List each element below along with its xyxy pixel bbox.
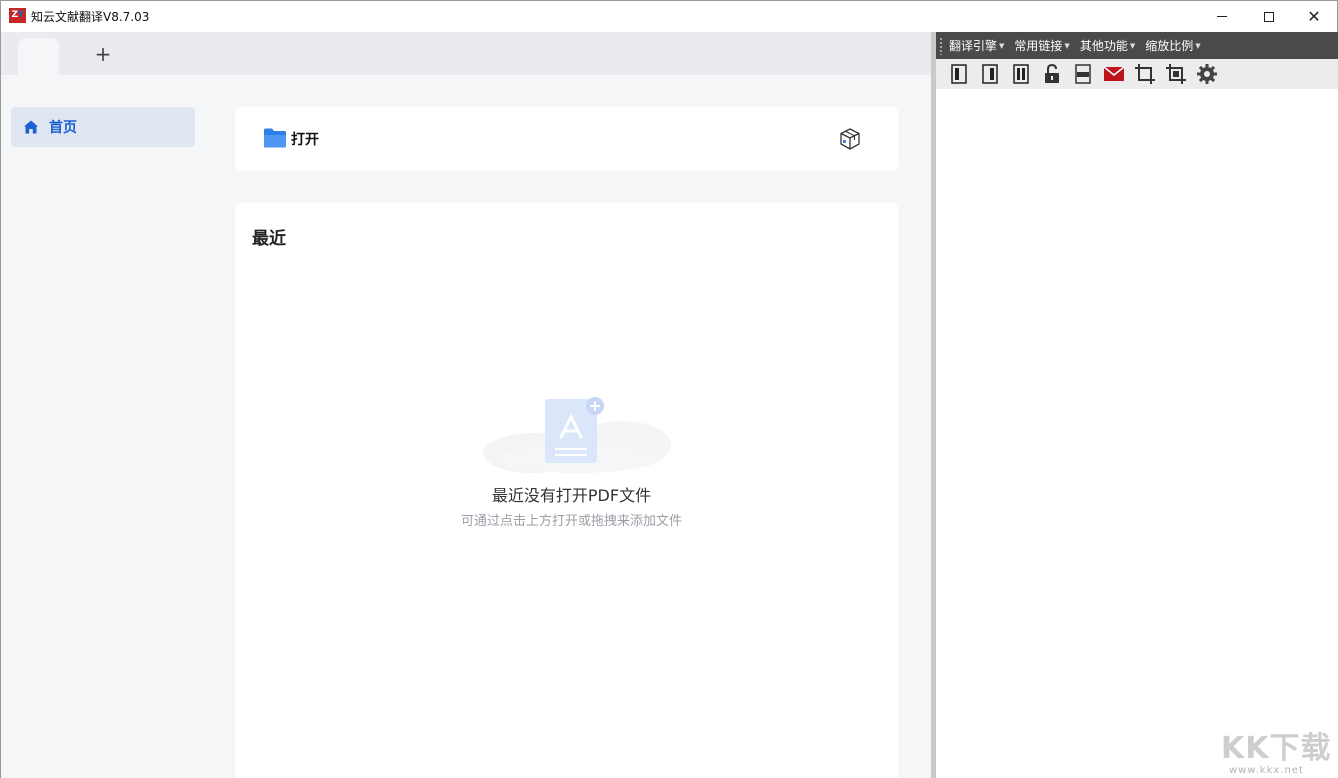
menu-common-links[interactable]: 常用链接 ▼ bbox=[1014, 37, 1069, 54]
minimize-icon bbox=[1217, 16, 1227, 17]
sidebar-item-home[interactable]: 首页 bbox=[11, 107, 195, 147]
menu-translation-engine[interactable]: 翻译引擎 ▼ bbox=[949, 37, 1004, 54]
crop-button[interactable] bbox=[1133, 62, 1157, 86]
sidebar: 首页 bbox=[1, 75, 203, 778]
menu-other-functions[interactable]: 其他功能 ▼ bbox=[1080, 37, 1135, 54]
main-content: 打开 最近 最近没有打开PDF文件 可通过点击上方打开或拖拽来添加文件 bbox=[203, 75, 931, 778]
add-tab-button[interactable]: + bbox=[93, 44, 113, 64]
close-button[interactable]: ✕ bbox=[1291, 1, 1337, 32]
recent-panel: 最近 最近没有打开PDF文件 可通过点击上方打开或拖拽来添加文件 bbox=[235, 203, 898, 778]
window-layout-icon bbox=[1075, 64, 1091, 84]
maximize-button[interactable] bbox=[1246, 1, 1292, 32]
layout-single-button[interactable] bbox=[947, 62, 971, 86]
layout-double-button[interactable] bbox=[978, 62, 1002, 86]
crop-alt-button[interactable] bbox=[1164, 62, 1188, 86]
empty-state-hint: 可通过点击上方打开或拖拽来添加文件 bbox=[460, 514, 682, 529]
menu-bar: 翻译引擎 ▼ 常用链接 ▼ 其他功能 ▼ 缩放比例 ▼ bbox=[936, 32, 1338, 59]
window-title: 知云文献翻译V8.7.03 bbox=[31, 10, 150, 24]
watermark-url: www.kkx.net bbox=[1229, 765, 1304, 776]
mail-button[interactable] bbox=[1102, 62, 1126, 86]
unlock-button[interactable] bbox=[1040, 62, 1064, 86]
caret-down-icon: ▼ bbox=[1195, 41, 1201, 50]
page-layout-2-icon bbox=[982, 64, 998, 84]
watermark-logo: KK下载 bbox=[1221, 731, 1332, 766]
folder-icon[interactable] bbox=[263, 127, 287, 149]
empty-pdf-icon bbox=[483, 397, 671, 473]
empty-state-title: 最近没有打开PDF文件 bbox=[491, 486, 652, 505]
tab-bar: + bbox=[1, 32, 931, 75]
crop-icon bbox=[1135, 64, 1155, 84]
page-layout-3-icon bbox=[1013, 64, 1029, 84]
gear-icon bbox=[1197, 64, 1217, 84]
sidebar-item-label: 首页 bbox=[49, 120, 77, 136]
caret-down-icon: ▼ bbox=[1129, 41, 1136, 50]
caret-down-icon: ▼ bbox=[1064, 41, 1070, 50]
open-button[interactable]: 打开 bbox=[291, 129, 319, 149]
app-logo-icon: ZY bbox=[9, 8, 26, 23]
mail-icon bbox=[1103, 66, 1125, 81]
page-layout-1-icon bbox=[951, 64, 967, 84]
toolbar-grip-icon[interactable] bbox=[939, 36, 943, 55]
app-window: ZY 知云文献翻译V8.7.03 ✕ + 首页 打开 最近 最近没有打开PDF文… bbox=[0, 0, 1338, 778]
maximize-icon bbox=[1264, 11, 1274, 22]
tool-bar bbox=[936, 59, 1338, 89]
crop-alt-icon bbox=[1166, 64, 1186, 84]
menu-zoom-ratio[interactable]: 缩放比例 ▼ bbox=[1145, 37, 1200, 54]
settings-button[interactable] bbox=[1195, 62, 1219, 86]
tab-home[interactable] bbox=[18, 38, 59, 75]
window-layout-button[interactable] bbox=[1071, 62, 1095, 86]
recent-title: 最近 bbox=[252, 229, 286, 249]
open-card: 打开 bbox=[235, 107, 898, 171]
title-bar: ZY 知云文献翻译V8.7.03 ✕ bbox=[1, 1, 1337, 32]
unlock-icon bbox=[1045, 63, 1059, 83]
home-icon bbox=[24, 120, 38, 134]
close-icon: ✕ bbox=[1307, 6, 1321, 26]
translation-panel: 翻译引擎 ▼ 常用链接 ▼ 其他功能 ▼ 缩放比例 ▼ bbox=[936, 32, 1338, 778]
minimize-button[interactable] bbox=[1199, 1, 1245, 32]
package-icon[interactable] bbox=[838, 127, 862, 151]
layout-split-button[interactable] bbox=[1009, 62, 1033, 86]
caret-down-icon: ▼ bbox=[999, 41, 1005, 50]
